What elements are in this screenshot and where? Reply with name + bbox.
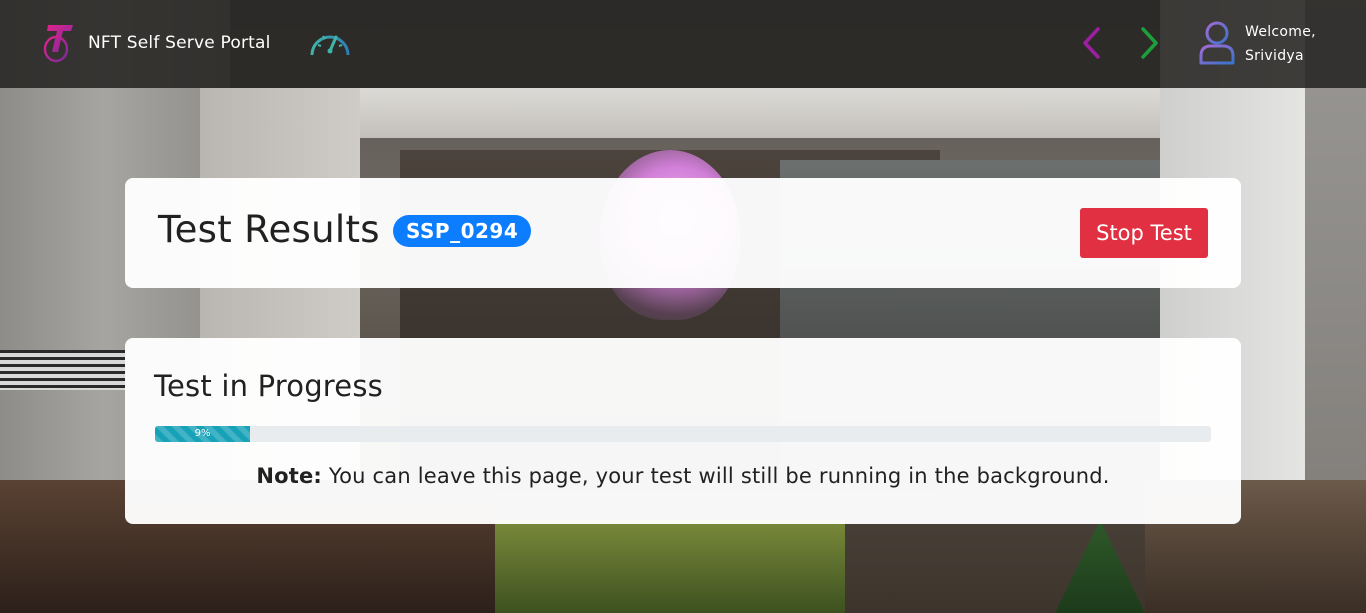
progress-percent: 9% bbox=[194, 428, 211, 439]
stop-test-button[interactable]: Stop Test bbox=[1080, 208, 1208, 258]
progress-bar-fill: 9% bbox=[155, 426, 251, 442]
page-title: Test Results bbox=[158, 208, 380, 251]
progress-bar: 9% bbox=[155, 426, 1211, 442]
test-progress-card: Test in Progress 9% Note: You can leave … bbox=[125, 338, 1241, 524]
brand-name: NFT Self Serve Portal bbox=[88, 33, 271, 53]
chevron-left-icon[interactable] bbox=[1080, 26, 1104, 60]
note-text: You can leave this page, your test will … bbox=[322, 464, 1110, 488]
background-note: Note: You can leave this page, your test… bbox=[125, 464, 1241, 488]
test-id-badge: SSP_0294 bbox=[393, 215, 532, 247]
chevron-right-icon[interactable] bbox=[1137, 26, 1161, 60]
user-icon[interactable] bbox=[1198, 20, 1236, 66]
test-results-card: Test Results SSP_0294 Stop Test bbox=[125, 178, 1241, 288]
telstra-t-logo-icon bbox=[43, 25, 73, 63]
brand-link[interactable]: NFT Self Serve Portal bbox=[42, 22, 271, 64]
speedometer-icon[interactable] bbox=[308, 25, 352, 61]
note-label: Note: bbox=[256, 464, 322, 488]
welcome-message: Welcome, Srividya bbox=[1245, 20, 1316, 68]
top-navbar: NFT Self Serve Portal Welcome, Srividya bbox=[0, 0, 1366, 88]
welcome-label: Welcome, bbox=[1245, 24, 1316, 40]
progress-title: Test in Progress bbox=[154, 369, 383, 403]
user-name: Srividya bbox=[1245, 48, 1304, 64]
